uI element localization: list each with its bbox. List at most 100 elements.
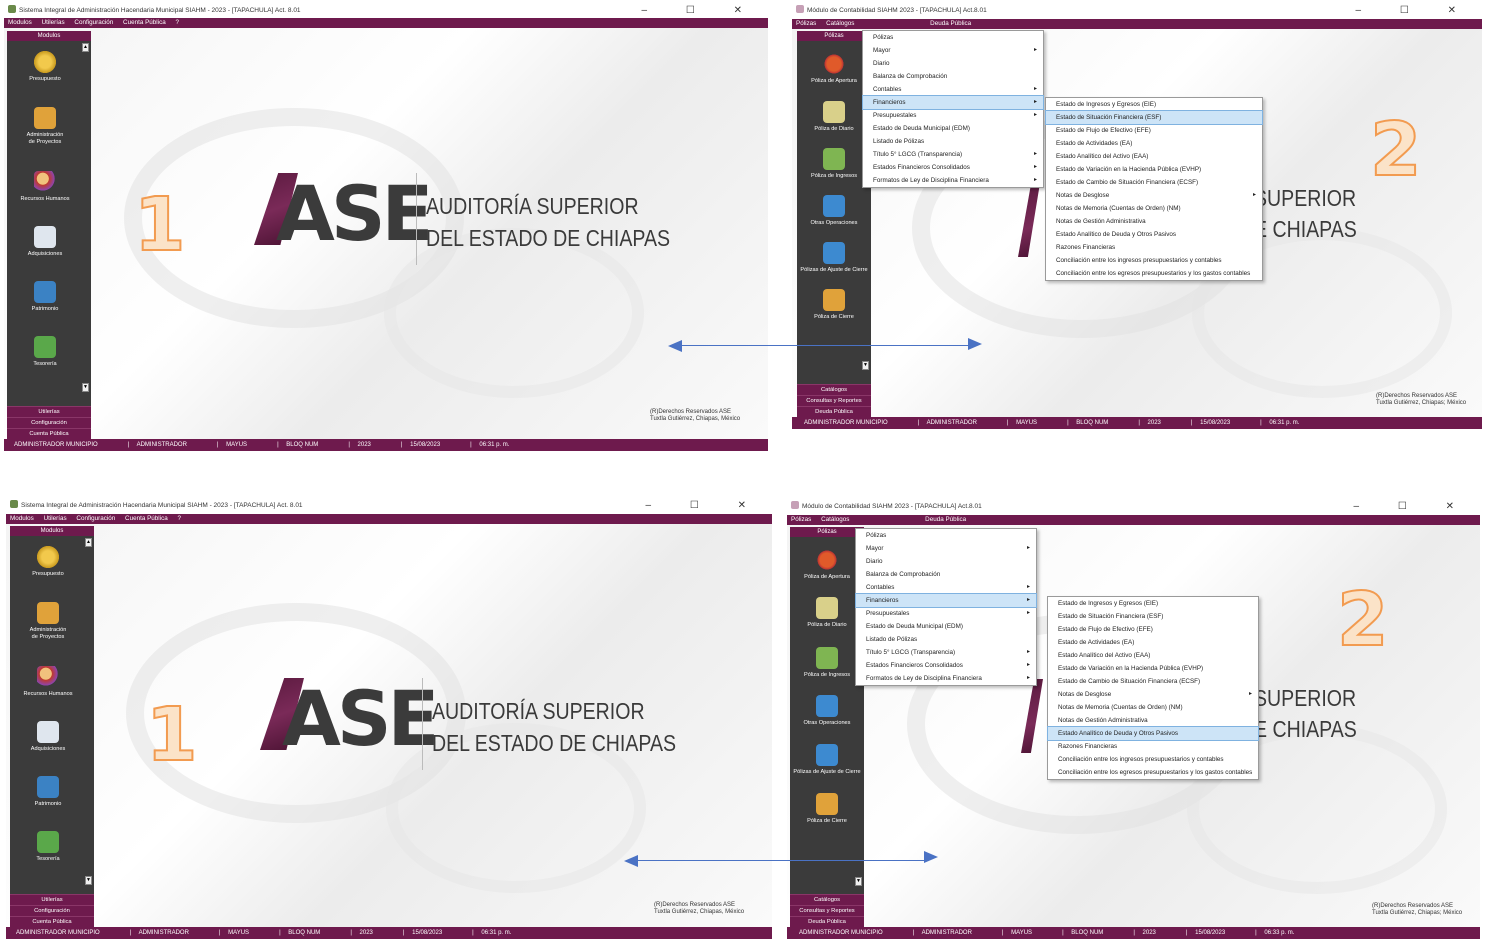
otras-operaciones[interactable]: Otras Operaciones bbox=[797, 195, 871, 227]
module-patrimonio[interactable]: Patrimonio bbox=[7, 281, 83, 313]
poliza-apertura[interactable]: Póliza de Apertura bbox=[797, 53, 871, 85]
submenu-eaa[interactable]: Estado Analítico del Activo (EAA) bbox=[1048, 649, 1258, 662]
submenu-evhp[interactable]: Estado de Variación en la Hacienda Públi… bbox=[1046, 163, 1262, 176]
window-controls[interactable]: – ☐ ✕ bbox=[1356, 3, 1474, 18]
menu-item-mayor[interactable]: Mayor ▸ bbox=[863, 44, 1043, 57]
sidebar-utilerias[interactable]: Utilerías bbox=[10, 894, 94, 905]
submenu-razones[interactable]: Razones Financieras bbox=[1048, 740, 1258, 753]
menu-item-ley-disciplina[interactable]: Formatos de Ley de Disciplina Financiera… bbox=[863, 174, 1043, 187]
module-administracion-proyectos[interactable]: Administración de Proyectos bbox=[10, 602, 86, 641]
menu-item-consolidados[interactable]: Estados Financieros Consolidados ▸ bbox=[856, 659, 1036, 672]
module-adquisiciones[interactable]: Adquisiciones bbox=[10, 721, 86, 753]
menu-item-polizas[interactable]: Pólizas bbox=[856, 529, 1036, 542]
submenu-razones[interactable]: Razones Financieras bbox=[1046, 241, 1262, 254]
scroll-down-button[interactable]: ▼ bbox=[862, 361, 869, 370]
window-controls[interactable]: – ☐ ✕ bbox=[646, 498, 764, 513]
polizas-ajuste-cierre[interactable]: Pólizas de Ajuste de Cierre bbox=[790, 744, 864, 776]
menu-cuenta-publica[interactable]: Cuenta Pública bbox=[123, 19, 166, 26]
menu-item-contables[interactable]: Contables ▸ bbox=[856, 581, 1036, 594]
poliza-ingresos[interactable]: Póliza de Ingresos bbox=[790, 647, 864, 679]
otras-operaciones[interactable]: Otras Operaciones bbox=[790, 695, 864, 727]
sidebar-utilerias[interactable]: Utilerías bbox=[7, 406, 91, 417]
menu-modulos[interactable]: Modulos bbox=[10, 515, 34, 522]
menu-item-listado-polizas[interactable]: Listado de Pólizas bbox=[863, 135, 1043, 148]
menu-item-financieros[interactable]: Financieros ▸ bbox=[862, 95, 1044, 110]
scroll-down-button[interactable]: ▼ bbox=[855, 877, 862, 886]
sidebar-cuenta-publica[interactable]: Cuenta Pública bbox=[10, 916, 94, 927]
menu-configuracion[interactable]: Configuración bbox=[76, 515, 115, 522]
menu-help[interactable]: ? bbox=[177, 515, 181, 522]
menu-item-edm[interactable]: Estado de Deuda Municipal (EDM) bbox=[863, 122, 1043, 135]
menu-modulos[interactable]: Modulos bbox=[8, 19, 32, 26]
submenu-notas-gestion[interactable]: Notas de Gestión Administrativa bbox=[1046, 215, 1262, 228]
submenu-ea[interactable]: Estado de Actividades (EA) bbox=[1046, 137, 1262, 150]
submenu-ea[interactable]: Estado de Actividades (EA) bbox=[1048, 636, 1258, 649]
sidebar-catalogos[interactable]: Catálogos bbox=[790, 894, 864, 905]
sidebar-cuenta-publica[interactable]: Cuenta Pública bbox=[7, 428, 91, 439]
menu-item-polizas[interactable]: Pólizas bbox=[863, 31, 1043, 44]
module-administracion-proyectos[interactable]: Administración de Proyectos bbox=[7, 107, 83, 146]
menu-utilerias[interactable]: Utilerías bbox=[42, 19, 65, 26]
window-controls[interactable]: – ☐ ✕ bbox=[642, 3, 760, 18]
submenu-esf[interactable]: Estado de Situación Financiera (ESF) bbox=[1045, 110, 1263, 125]
poliza-cierre[interactable]: Póliza de Cierre bbox=[790, 793, 864, 825]
menu-item-diario[interactable]: Diario bbox=[863, 57, 1043, 70]
menu-help[interactable]: ? bbox=[175, 19, 179, 26]
submenu-efe[interactable]: Estado de Flujo de Efectivo (EFE) bbox=[1048, 623, 1258, 636]
menu-item-consolidados[interactable]: Estados Financieros Consolidados ▸ bbox=[863, 161, 1043, 174]
sidebar-deuda-publica[interactable]: Deuda Pública bbox=[797, 406, 871, 417]
sidebar-catalogos[interactable]: Catálogos bbox=[797, 384, 871, 395]
menu-item-mayor[interactable]: Mayor ▸ bbox=[856, 542, 1036, 555]
scroll-up-button[interactable]: ▲ bbox=[82, 43, 89, 52]
submenu-ecsf[interactable]: Estado de Cambio de Situación Financiera… bbox=[1046, 176, 1262, 189]
submenu-notas-memoria[interactable]: Notas de Memoria (Cuentas de Orden) (NM) bbox=[1046, 202, 1262, 215]
menu-deuda-publica[interactable]: Deuda Pública bbox=[925, 516, 966, 523]
scroll-up-button[interactable]: ▲ bbox=[85, 538, 92, 547]
menu-item-edm[interactable]: Estado de Deuda Municipal (EDM) bbox=[856, 620, 1036, 633]
poliza-apertura[interactable]: Póliza de Apertura bbox=[790, 549, 864, 581]
submenu-notas-desglose[interactable]: Notas de Desglose ▸ bbox=[1046, 189, 1262, 202]
submenu-eie[interactable]: Estado de Ingresos y Egresos (EIE) bbox=[1046, 98, 1262, 111]
menu-cuenta-publica[interactable]: Cuenta Pública bbox=[125, 515, 168, 522]
module-tesoreria[interactable]: Tesorería bbox=[10, 831, 86, 863]
menu-configuracion[interactable]: Configuración bbox=[74, 19, 113, 26]
poliza-ingresos[interactable]: Póliza de Ingresos bbox=[797, 148, 871, 180]
module-tesoreria[interactable]: Tesorería bbox=[7, 336, 83, 368]
module-patrimonio[interactable]: Patrimonio bbox=[10, 776, 86, 808]
submenu-analitico-deuda[interactable]: Estado Analítico de Deuda y Otros Pasivo… bbox=[1047, 726, 1259, 741]
menu-item-titulo5[interactable]: Título 5° LGCG (Transparencia) ▸ bbox=[856, 646, 1036, 659]
module-recursos-humanos[interactable]: Recursos Humanos bbox=[10, 666, 86, 698]
sidebar-configuracion[interactable]: Configuración bbox=[7, 417, 91, 428]
poliza-cierre[interactable]: Póliza de Cierre bbox=[797, 289, 871, 321]
module-recursos-humanos[interactable]: Recursos Humanos bbox=[7, 171, 83, 203]
submenu-conc-egresos[interactable]: Conciliación entre los egresos presupues… bbox=[1048, 766, 1258, 779]
scroll-down-button[interactable]: ▼ bbox=[85, 876, 92, 885]
submenu-notas-gestion[interactable]: Notas de Gestión Administrativa bbox=[1048, 714, 1258, 727]
menu-deuda-publica[interactable]: Deuda Pública bbox=[930, 20, 971, 27]
submenu-conc-ingresos[interactable]: Conciliación entre los ingresos presupue… bbox=[1046, 254, 1262, 267]
submenu-analitico-deuda[interactable]: Estado Analítico de Deuda y Otros Pasivo… bbox=[1046, 228, 1262, 241]
poliza-diario[interactable]: Póliza de Diario bbox=[797, 101, 871, 133]
submenu-conc-egresos[interactable]: Conciliación entre los egresos presupues… bbox=[1046, 267, 1262, 280]
menu-item-balanza[interactable]: Balanza de Comprobación bbox=[863, 70, 1043, 83]
menu-utilerias[interactable]: Utilerías bbox=[44, 515, 67, 522]
menu-item-diario[interactable]: Diario bbox=[856, 555, 1036, 568]
menu-item-listado-polizas[interactable]: Listado de Pólizas bbox=[856, 633, 1036, 646]
menu-item-financieros[interactable]: Financieros ▸ bbox=[855, 593, 1037, 608]
menu-item-titulo5[interactable]: Título 5° LGCG (Transparencia) ▸ bbox=[863, 148, 1043, 161]
scroll-down-button[interactable]: ▼ bbox=[82, 383, 89, 392]
submenu-ecsf[interactable]: Estado de Cambio de Situación Financiera… bbox=[1048, 675, 1258, 688]
submenu-evhp[interactable]: Estado de Variación en la Hacienda Públi… bbox=[1048, 662, 1258, 675]
submenu-eie[interactable]: Estado de Ingresos y Egresos (EIE) bbox=[1048, 597, 1258, 610]
menu-item-contables[interactable]: Contables ▸ bbox=[863, 83, 1043, 96]
submenu-notas-memoria[interactable]: Notas de Memoria (Cuentas de Orden) (NM) bbox=[1048, 701, 1258, 714]
menu-polizas[interactable]: Pólizas bbox=[796, 20, 816, 27]
menu-item-balanza[interactable]: Balanza de Comprobación bbox=[856, 568, 1036, 581]
sidebar-deuda-publica[interactable]: Deuda Pública bbox=[790, 916, 864, 927]
sidebar-consultas-reportes[interactable]: Consultas y Reportes bbox=[790, 905, 864, 916]
module-presupuesto[interactable]: Presupuesto bbox=[10, 546, 86, 578]
menu-catalogos[interactable]: Catálogos bbox=[821, 516, 849, 523]
poliza-diario[interactable]: Póliza de Diario bbox=[790, 597, 864, 629]
sidebar-configuracion[interactable]: Configuración bbox=[10, 905, 94, 916]
menu-catalogos[interactable]: Catálogos bbox=[826, 20, 854, 27]
